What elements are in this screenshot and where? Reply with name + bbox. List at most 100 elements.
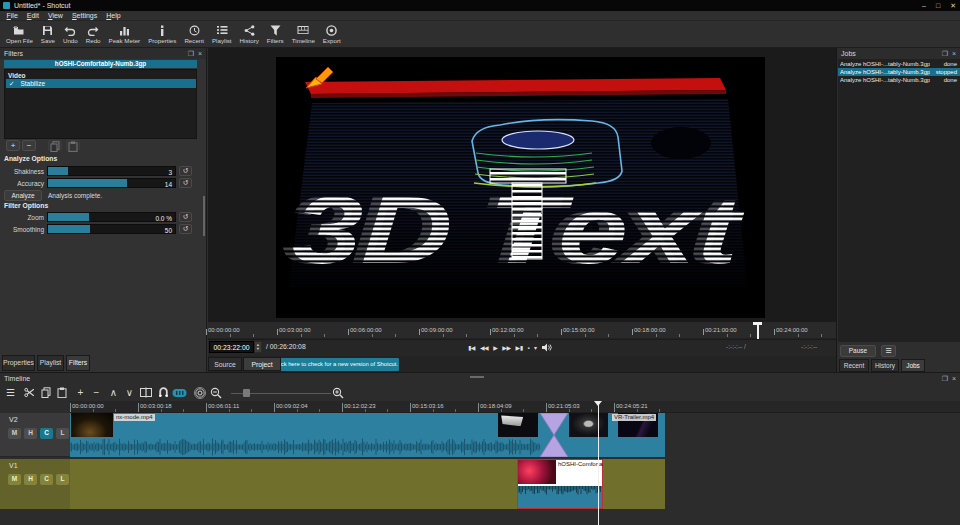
ripple-delete-button[interactable]: − (89, 385, 104, 400)
timecode-spinner[interactable]: ▴▾ (254, 341, 262, 353)
properties-button[interactable]: Properties (144, 21, 180, 47)
float-panel-icon[interactable]: ❐ (942, 375, 948, 382)
reset-button[interactable]: ↺ (179, 166, 192, 176)
zoom-slider[interactable]: 0.0 % (47, 212, 176, 222)
track-m-button[interactable]: M (8, 474, 21, 485)
track-header-v1[interactable]: V1 MHCL (0, 459, 70, 509)
split-button[interactable] (138, 385, 153, 400)
snap-button[interactable] (156, 385, 171, 400)
track-c-button[interactable]: C (40, 474, 53, 485)
tab-jobs[interactable]: Jobs (901, 359, 925, 372)
player-scrub-ruler[interactable]: 00:00:00:0000:03:00:0000:06:00:0000:09:0… (208, 322, 836, 339)
skip-end-button[interactable]: ▶▮ (516, 342, 523, 354)
filters-button[interactable]: Filters (263, 21, 288, 47)
overwrite-button[interactable]: ∨ (122, 385, 137, 400)
float-panel-icon[interactable]: ❐ (942, 50, 948, 57)
position-timecode[interactable]: 00:23:22:00 (209, 341, 254, 353)
menu-view[interactable]: View (43, 12, 67, 19)
paste-filter-button[interactable] (66, 140, 80, 151)
lift-button[interactable]: ∧ (106, 385, 121, 400)
pause-button[interactable]: Pause (840, 345, 876, 357)
tab-playlist[interactable]: Playlist (37, 355, 64, 371)
timeline-playhead[interactable] (598, 401, 599, 525)
recent-button[interactable]: Recent (180, 21, 208, 47)
stop-button[interactable]: ▪ (527, 342, 529, 354)
playlist-button[interactable]: Playlist (208, 21, 236, 47)
open-file-button[interactable]: Open File (2, 21, 37, 47)
timeline-clip-v2[interactable]: nx-mode.mp4 VR-Trailer.mp4 (70, 413, 665, 457)
splitter-handle[interactable] (470, 376, 484, 378)
append-button[interactable]: + (73, 385, 88, 400)
track-h-button[interactable]: H (24, 474, 37, 485)
close-panel-icon[interactable]: × (198, 50, 202, 57)
job-row[interactable]: Analyze hOSHI-...tably-Numb.3gpstopped (838, 68, 960, 76)
track-c-button[interactable]: C (40, 428, 53, 439)
skip-start-button[interactable]: ▮◀ (468, 342, 475, 354)
copy-button[interactable] (38, 385, 53, 400)
reset-button[interactable]: ↺ (179, 224, 192, 234)
player-playhead-stem[interactable] (757, 324, 759, 339)
filter-list[interactable]: Video ✓Stabilize (4, 69, 197, 139)
timeline-playhead-marker[interactable] (594, 401, 602, 406)
update-notification-button[interactable]: Click here to check for a new version of… (273, 358, 399, 371)
smoothing-slider[interactable]: 50 (47, 224, 176, 234)
accuracy-slider[interactable]: 14 (47, 178, 176, 188)
track-l-button[interactable]: L (56, 428, 69, 439)
tab-properties[interactable]: Properties (2, 355, 35, 371)
copy-filter-button[interactable] (48, 140, 62, 151)
paste-button[interactable] (54, 385, 69, 400)
redo-button[interactable]: Redo (82, 21, 105, 47)
zoom-out-button[interactable] (208, 385, 223, 400)
add-filter-button[interactable]: + (6, 140, 20, 151)
zoom-in-button[interactable] (330, 385, 345, 400)
timeline-track-v1[interactable]: hOSHI-Comforta (70, 459, 665, 509)
job-row[interactable]: Analyze hOSHI-...tably-Numb.3gpdone (838, 60, 960, 68)
float-panel-icon[interactable]: ❐ (188, 50, 194, 57)
menu-help[interactable]: Help (102, 12, 125, 19)
cut-button[interactable] (22, 385, 37, 400)
ripple-all-tracks-button[interactable] (192, 385, 207, 400)
menu-edit[interactable]: Edit (22, 12, 43, 19)
tab-filters[interactable]: Filters (66, 355, 90, 371)
close-button[interactable]: ✕ (950, 0, 956, 11)
maximize-button[interactable]: □ (936, 0, 940, 11)
reset-button[interactable]: ↺ (179, 178, 192, 188)
analyze-button[interactable]: Analyze (4, 190, 42, 201)
peak-meter-button[interactable]: Peak Meter (105, 21, 145, 47)
jobs-menu-button[interactable]: ☰ (881, 345, 896, 357)
rewind-button[interactable]: ◀◀ (480, 342, 488, 354)
tab-project[interactable]: Project (243, 357, 281, 371)
play-button[interactable]: ▶ (493, 342, 497, 354)
track-header-v2[interactable]: V2 MHCL (0, 413, 70, 457)
transition-clip[interactable] (540, 413, 568, 457)
timeline-button[interactable]: Timeline (288, 21, 319, 47)
scrub-while-dragging-button[interactable] (172, 385, 187, 400)
panel-splitter-handle[interactable] (203, 196, 205, 236)
close-panel-icon[interactable]: × (952, 375, 956, 382)
job-row[interactable]: Analyze hOSHI-...tably-Numb.3gpdone (838, 76, 960, 84)
close-panel-icon[interactable]: × (952, 50, 956, 57)
reset-button[interactable]: ↺ (179, 212, 192, 222)
menu-settings[interactable]: Settings (67, 12, 101, 19)
tab-recent[interactable]: Recent (839, 359, 869, 372)
save-button[interactable]: Save (37, 21, 59, 47)
menu-caret-button[interactable]: ▾ (534, 342, 537, 354)
timeline-menu-button[interactable]: ☰ (3, 385, 18, 400)
history-button[interactable]: History (236, 21, 263, 47)
track-l-button[interactable]: L (56, 474, 69, 485)
timeline-clip-selected[interactable]: hOSHI-Comforta (517, 459, 603, 509)
minimize-button[interactable]: – (922, 0, 926, 11)
tab-history[interactable]: History (871, 359, 899, 372)
zoom-slider-handle[interactable] (243, 389, 250, 397)
timeline-ruler[interactable]: 00:00:00:0000:03:00:1800:06:01:1100:09:0… (70, 401, 960, 413)
track-h-button[interactable]: H (24, 428, 37, 439)
filter-row-stabilize[interactable]: ✓Stabilize (6, 79, 196, 88)
track-m-button[interactable]: M (8, 428, 21, 439)
shakiness-slider[interactable]: 3 (47, 166, 176, 176)
undo-button[interactable]: Undo (59, 21, 82, 47)
remove-filter-button[interactable]: − (22, 140, 36, 151)
volume-button[interactable] (542, 343, 552, 352)
fast-forward-button[interactable]: ▶▶ (502, 342, 510, 354)
tab-source[interactable]: Source (208, 357, 242, 371)
menu-file[interactable]: File (2, 12, 22, 19)
